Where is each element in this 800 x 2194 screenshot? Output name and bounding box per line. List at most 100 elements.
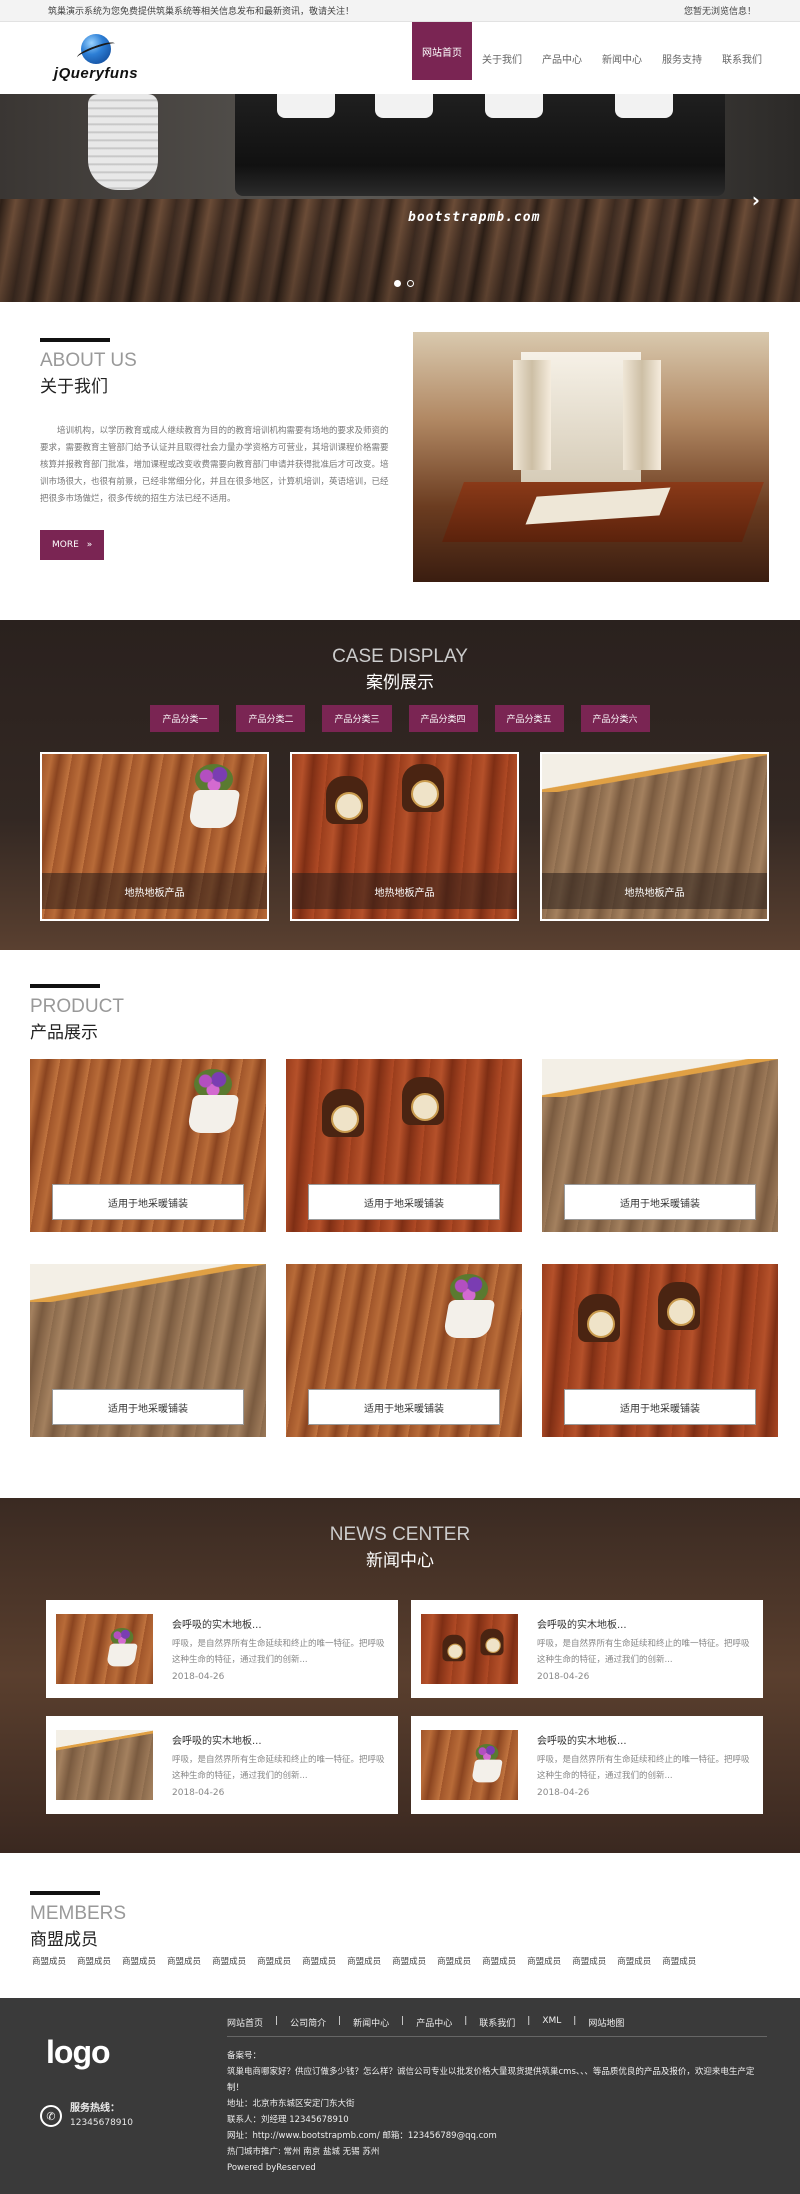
footer-nav-contact[interactable]: 联系我们 [479, 2016, 515, 2029]
category-tab[interactable]: 产品分类五 [494, 705, 564, 732]
case-card[interactable]: 地热地板产品 [290, 752, 519, 921]
product-caption: 适用于地采暖铺装 [52, 1184, 244, 1220]
hero-banner[interactable]: bootstrapmb.com › [0, 94, 800, 302]
news-card[interactable]: 会呼吸的实木地板... 呼吸，是自然界所有生命延续和终止的唯一特征。把呼吸这种生… [46, 1716, 398, 1814]
member-link[interactable]: 商盟成员 [212, 1955, 246, 1967]
product-card[interactable]: 适用于地采暖铺装 [30, 1264, 266, 1437]
product-card[interactable]: 适用于地采暖铺装 [542, 1264, 778, 1437]
category-tab[interactable]: 产品分类六 [580, 705, 650, 732]
members-title-cn: 商盟成员 [30, 1930, 98, 1950]
product-card[interactable]: 适用于地采暖铺装 [286, 1059, 522, 1232]
case-card[interactable]: 地热地板产品 [40, 752, 269, 921]
nav-item-support[interactable]: 服务支持 [652, 22, 712, 94]
slider-dot[interactable] [407, 280, 414, 287]
footer-info: 备案号： 筑巢电商哪家好？供应订做多少钱？怎么样？诚信公司专业以批发价格大量现货… [227, 2048, 767, 2176]
footer-nav-xml[interactable]: XML [542, 2016, 561, 2029]
news-title[interactable]: 会呼吸的实木地板... [172, 1732, 262, 1747]
news-card[interactable]: 会呼吸的实木地板... 呼吸，是自然界所有生命延续和终止的唯一特征。把呼吸这种生… [46, 1600, 398, 1698]
footer-web-mail: 网址：http://www.bootstrapmb.com/ 邮箱：123456… [227, 2131, 497, 2141]
flower-vase-image [191, 764, 237, 824]
case-card-caption: 地热地板产品 [292, 873, 517, 909]
category-tab[interactable]: 产品分类四 [408, 705, 478, 732]
hero-pillow [375, 94, 433, 118]
footer-contact: 联系人：刘经理 12345678910 [227, 2115, 349, 2125]
about-title-cn: 关于我们 [40, 377, 108, 397]
member-link[interactable]: 商盟成员 [572, 1955, 606, 1967]
product-title-en: PRODUCT [30, 996, 124, 1017]
more-button[interactable]: MORE » [40, 530, 105, 560]
member-link[interactable]: 商盟成员 [347, 1955, 381, 1967]
member-link[interactable]: 商盟成员 [617, 1955, 651, 1967]
product-caption: 适用于地采暖铺装 [308, 1389, 500, 1425]
news-title[interactable]: 会呼吸的实木地板... [172, 1616, 262, 1631]
news-title[interactable]: 会呼吸的实木地板... [537, 1732, 627, 1747]
footer-nav-home[interactable]: 网站首页 [227, 2016, 263, 2029]
book-image [56, 1730, 153, 1752]
nav-item-home[interactable]: 网站首页 [412, 22, 472, 80]
category-tab[interactable]: 产品分类二 [236, 705, 306, 732]
member-link[interactable]: 商盟成员 [257, 1955, 291, 1967]
product-card[interactable]: 适用于地采暖铺装 [542, 1059, 778, 1232]
member-link[interactable]: 商盟成员 [482, 1955, 516, 1967]
case-card-caption: 地热地板产品 [542, 873, 767, 909]
nav-item-news[interactable]: 新闻中心 [592, 22, 652, 94]
footer-hotline: ✆ 服务热线： 12345678910 [40, 2102, 133, 2130]
top-bar-history[interactable]: 您暂无浏览信息！ [684, 4, 756, 17]
member-link[interactable]: 商盟成员 [302, 1955, 336, 1967]
footer-nav-news[interactable]: 新闻中心 [353, 2016, 389, 2029]
hero-watermark: bootstrapmb.com [408, 210, 541, 225]
main-nav: 网站首页 关于我们 产品中心 新闻中心 服务支持 联系我们 [412, 22, 772, 94]
news-thumbnail [421, 1614, 518, 1684]
news-desc: 呼吸，是自然界所有生命延续和终止的唯一特征。把呼吸这种生命的特征，通过我们的创新… [172, 1755, 385, 1781]
news-title[interactable]: 会呼吸的实木地板... [537, 1616, 627, 1631]
nav-divider: | [275, 2016, 279, 2026]
member-link[interactable]: 商盟成员 [77, 1955, 111, 1967]
case-card[interactable]: 地热地板产品 [540, 752, 769, 921]
product-card[interactable]: 适用于地采暖铺装 [30, 1059, 266, 1232]
section-bar [30, 984, 100, 988]
category-tab[interactable]: 产品分类一 [150, 705, 220, 732]
product-caption: 适用于地采暖铺装 [308, 1184, 500, 1220]
slider-dot[interactable] [394, 280, 401, 287]
news-desc: 呼吸，是自然界所有生命延续和终止的唯一特征。把呼吸这种生命的特征，通过我们的创新… [537, 1755, 750, 1781]
news-section: NEWS CENTER 新闻中心 会呼吸的实木地板... 呼吸，是自然界所有生命… [0, 1498, 800, 1853]
product-card[interactable]: 适用于地采暖铺装 [286, 1264, 522, 1437]
nav-divider: | [401, 2016, 405, 2026]
next-arrow-icon[interactable]: › [752, 188, 760, 212]
nav-item-contact[interactable]: 联系我们 [712, 22, 772, 94]
news-card[interactable]: 会呼吸的实木地板... 呼吸，是自然界所有生命延续和终止的唯一特征。把呼吸这种生… [411, 1716, 763, 1814]
footer-logo[interactable]: logo [46, 2034, 111, 2071]
site-logo[interactable]: jQueryfuns [40, 22, 152, 94]
member-link[interactable]: 商盟成员 [122, 1955, 156, 1967]
member-link[interactable]: 商盟成员 [32, 1955, 66, 1967]
product-title-cn: 产品展示 [30, 1023, 98, 1043]
news-date: 2018-04-26 [537, 1672, 590, 1682]
member-link[interactable]: 商盟成员 [527, 1955, 561, 1967]
case-card-caption: 地热地板产品 [42, 873, 267, 909]
footer-nav-sitemap[interactable]: 网站地图 [588, 2016, 624, 2029]
members-title-en: MEMBERS [30, 1903, 127, 1924]
member-link[interactable]: 商盟成员 [167, 1955, 201, 1967]
flower-vase-image [446, 1274, 492, 1334]
book-image [542, 1059, 778, 1097]
nav-item-products[interactable]: 产品中心 [532, 22, 592, 94]
more-label: MORE [52, 540, 79, 550]
news-desc: 呼吸，是自然界所有生命延续和终止的唯一特征。把呼吸这种生命的特征，通过我们的创新… [172, 1639, 385, 1665]
member-link[interactable]: 商盟成员 [662, 1955, 696, 1967]
member-link[interactable]: 商盟成员 [392, 1955, 426, 1967]
news-title-en: NEWS CENTER [329, 1524, 471, 1545]
footer-nav-company[interactable]: 公司简介 [290, 2016, 326, 2029]
member-link[interactable]: 商盟成员 [437, 1955, 471, 1967]
clock-image [326, 776, 368, 824]
category-tab[interactable]: 产品分类三 [322, 705, 392, 732]
news-card[interactable]: 会呼吸的实木地板... 呼吸，是自然界所有生命延续和终止的唯一特征。把呼吸这种生… [411, 1600, 763, 1698]
globe-icon [81, 34, 111, 64]
section-bar [40, 338, 110, 342]
footer-nav-products[interactable]: 产品中心 [416, 2016, 452, 2029]
member-links: 商盟成员 商盟成员 商盟成员 商盟成员 商盟成员 商盟成员 商盟成员 商盟成员 … [32, 1955, 696, 1967]
nav-divider: | [573, 2016, 577, 2026]
clock-image [442, 1634, 466, 1662]
case-section: CASE DISPLAY 案例展示 产品分类一 产品分类二 产品分类三 产品分类… [0, 620, 800, 950]
nav-item-about[interactable]: 关于我们 [472, 22, 532, 94]
hotline-label: 服务热线： [70, 2103, 120, 2114]
